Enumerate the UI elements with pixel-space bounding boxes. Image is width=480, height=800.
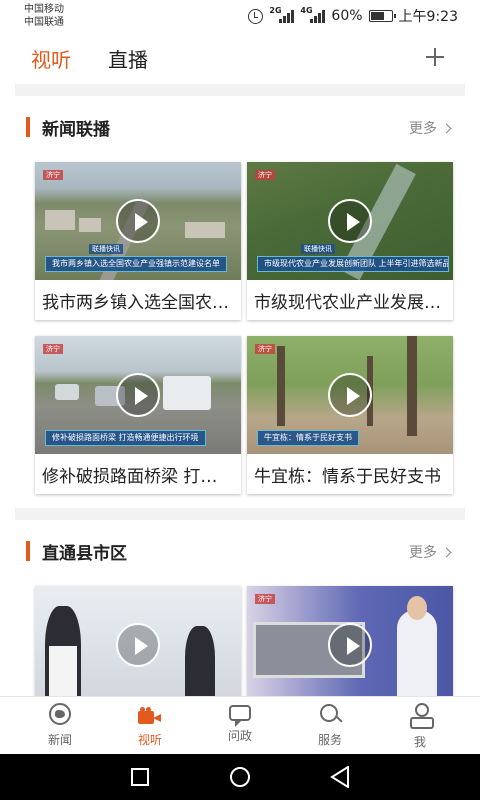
nav-services[interactable]: 服务 [295,703,365,748]
top-tab-bar: 视听 直播 [0,32,480,84]
video-card[interactable]: 济宁 [247,586,453,696]
nav-label: 我 [413,735,426,749]
app-screen: 中国移动 中国联通 2G 4G 60% 上午9:23 视听 直播 新闻联播 更多… [0,0,480,800]
add-icon[interactable] [426,48,444,66]
nav-label: 服务 [317,733,342,747]
chat-icon [229,705,251,727]
signal-1-icon: 2G [269,6,295,23]
globe-icon [49,703,71,725]
video-chyron: 牛宜栋：情系于民好支书 [257,430,359,446]
nav-label: 问政 [227,729,252,743]
video-thumbnail [35,586,241,696]
alarm-icon [248,8,264,24]
news-tag: 联播快讯 [89,244,123,254]
video-thumbnail: 济宁 [247,586,453,696]
channel-logo: 济宁 [255,344,275,354]
section-accent-bar [26,541,30,561]
nav-news[interactable]: 新闻 [25,703,95,748]
more-label: 更多 [409,121,437,137]
video-thumbnail: 济宁 修补破损路面桥梁 打造畅通便捷出行环境 [35,336,241,454]
more-label: 更多 [409,545,437,561]
carrier-labels: 中国移动 中国联通 [24,3,64,29]
video-camera-icon [138,707,162,725]
section-header-news: 新闻联播 更多 [0,96,480,162]
channel-logo: 济宁 [255,170,275,180]
carrier-2: 中国联通 [24,17,64,28]
video-title: 牛宜栋：情系于民好支书 [254,467,441,487]
nav-inquiry[interactable]: 问政 [205,703,275,744]
battery-percent: 60% [331,8,363,24]
video-grid-news: 济宁 联播快讯 我市两乡镇入选全国农业产业强镇示范建设名单 我市两乡镇入选全国农… [0,162,480,508]
news-tag: 联播快讯 [301,244,335,254]
battery-icon [368,10,396,22]
channel-logo: 济宁 [255,594,275,604]
nav-me[interactable]: 我 [385,703,455,750]
play-icon[interactable] [116,199,160,243]
user-icon [409,703,434,729]
video-title: 市级现代农业产业发展创新团队 [254,293,453,313]
video-title: 我市两乡镇入选全国农业产业强镇示范建设名单 [42,293,241,313]
recents-icon[interactable] [131,768,149,786]
video-thumbnail: 济宁 联播快讯 我市两乡镇入选全国农业产业强镇示范建设名单 [35,162,241,280]
network-type-2: 4G [300,6,313,15]
nav-watch-listen[interactable]: 视听 [115,703,185,748]
more-link[interactable]: 更多 [409,542,452,562]
video-thumbnail: 济宁 联播快讯 市级现代农业产业发展创新团队 上半年引进筛选新品种12个 [247,162,453,280]
tab-live[interactable]: 直播 [108,44,148,73]
more-link[interactable]: 更多 [409,118,452,138]
tab-watch-listen[interactable]: 视听 [31,44,71,73]
video-title: 修补破损路面桥梁 打造畅通便捷出行环境 [42,467,241,487]
section-accent-bar [26,117,30,137]
nav-label: 视听 [137,733,162,747]
chevron-right-icon [441,547,452,557]
bottom-nav: 新闻 视听 问政 服务 我 [0,696,480,754]
signal-2-icon: 4G [300,6,326,23]
status-icons: 2G 4G 60% 上午9:23 [248,6,458,26]
section-title: 直通县市区 [42,544,127,564]
system-nav-bar [0,754,480,800]
section-divider [15,84,465,96]
video-card[interactable] [35,586,241,696]
section-divider [15,508,465,520]
video-thumbnail: 济宁 牛宜栋：情系于民好支书 [247,336,453,454]
play-icon[interactable] [116,623,160,667]
play-icon[interactable] [328,199,372,243]
video-card[interactable]: 济宁 联播快讯 市级现代农业产业发展创新团队 上半年引进筛选新品种12个 市级现… [247,162,453,320]
network-type-1: 2G [269,6,282,15]
section-title: 新闻联播 [42,120,110,140]
video-grid-counties: 济宁 [0,586,480,696]
section-header-counties: 直通县市区 更多 [0,520,480,586]
chevron-right-icon [441,123,452,133]
play-icon[interactable] [328,623,372,667]
video-chyron: 我市两乡镇入选全国农业产业强镇示范建设名单 [45,256,227,272]
video-card[interactable]: 济宁 联播快讯 我市两乡镇入选全国农业产业强镇示范建设名单 我市两乡镇入选全国农… [35,162,241,320]
video-chyron: 修补破损路面桥梁 打造畅通便捷出行环境 [45,430,206,446]
video-chyron: 市级现代农业产业发展创新团队 上半年引进筛选新品种12个 [257,256,449,272]
carrier-1: 中国移动 [24,4,64,15]
video-card[interactable]: 济宁 修补破损路面桥梁 打造畅通便捷出行环境 修补破损路面桥梁 打造畅通便捷出行… [35,336,241,494]
play-icon[interactable] [328,373,372,417]
home-icon[interactable] [230,767,250,787]
nav-label: 新闻 [47,733,72,747]
content-feed[interactable]: 新闻联播 更多 济宁 联播快讯 我市两乡镇入选全国农业产业强镇示范建设名单 我市… [0,84,480,696]
channel-logo: 济宁 [43,170,63,180]
video-card[interactable]: 济宁 牛宜栋：情系于民好支书 牛宜栋：情系于民好支书 [247,336,453,494]
channel-logo: 济宁 [43,344,63,354]
play-icon[interactable] [116,373,160,417]
status-bar: 中国移动 中国联通 2G 4G 60% 上午9:23 [0,0,480,32]
search-icon [319,703,341,725]
clock: 上午9:23 [398,9,458,25]
